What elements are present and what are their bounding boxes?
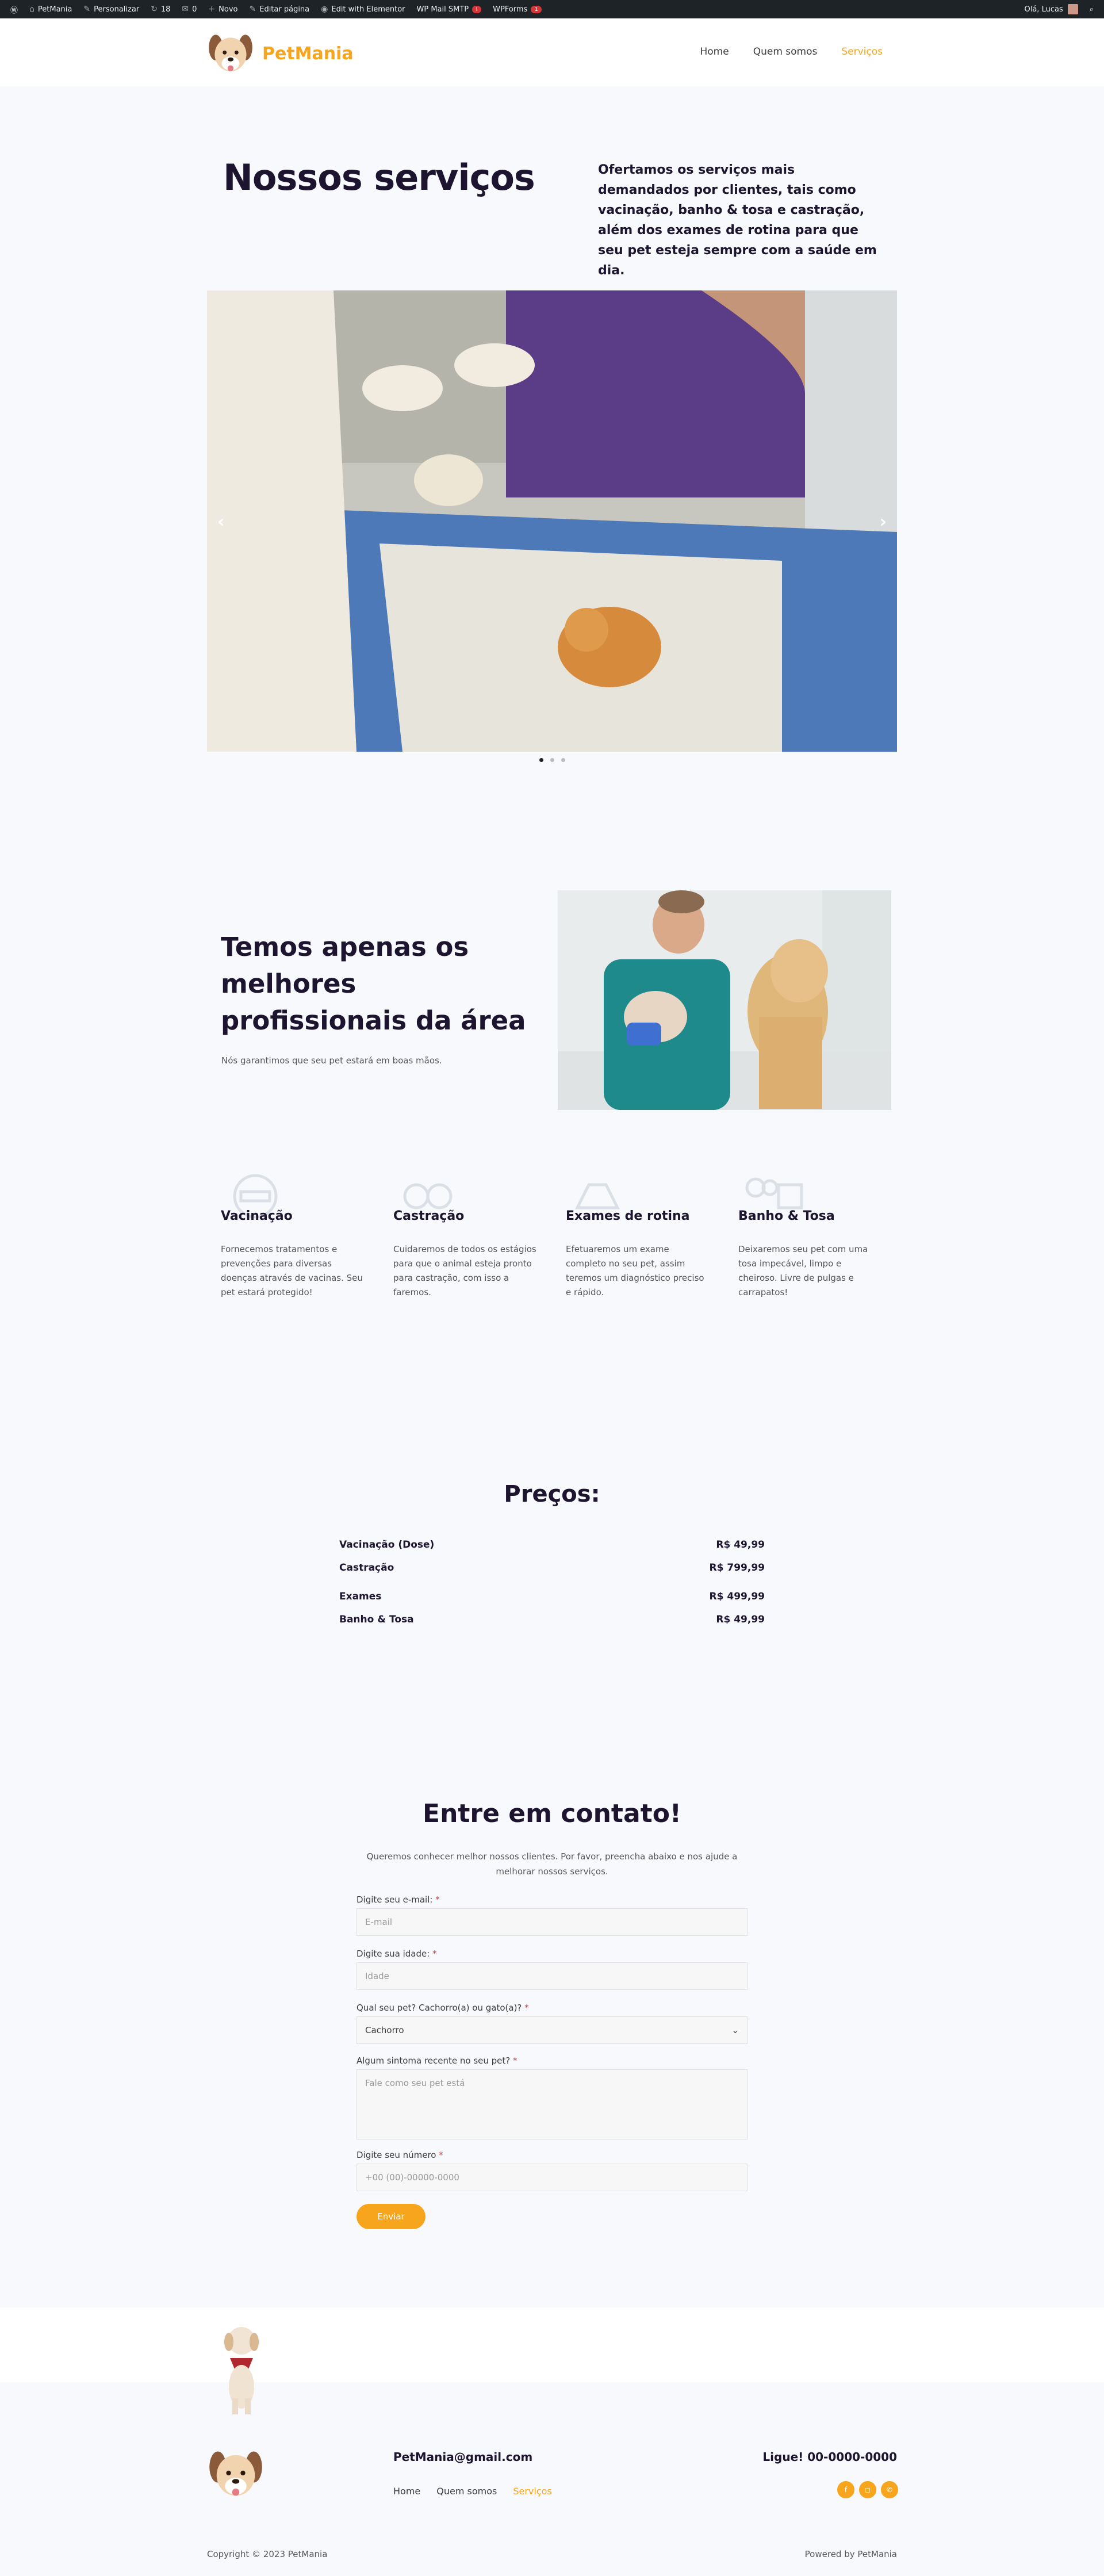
price-item-value: R$ 499,99	[709, 1591, 765, 1602]
vet-with-pets-image	[558, 890, 891, 1110]
symptom-textarea[interactable]: Fale como seu pet está	[356, 2069, 747, 2139]
brand-name: PetMania	[262, 43, 354, 64]
social-links: f ◻ ✆	[837, 2481, 898, 2498]
pet-label: Qual seu pet? Cachorro(a) ou gato(a)? *	[356, 2003, 529, 2013]
slider-prev-arrow-icon[interactable]: ‹	[217, 512, 224, 532]
pet-select[interactable]: Cachorro ⌄	[356, 2016, 747, 2044]
service-text: Fornecemos tratamentos e prevenções para…	[221, 1244, 363, 1297]
smtp-badge: !	[472, 5, 482, 13]
page-title: Nossos serviços	[223, 156, 535, 198]
service-title: Castração	[393, 1209, 465, 1223]
pros-text: Nós garantimos que seu pet estará em boa…	[221, 1055, 442, 1066]
service-title: Exames de rotina	[566, 1209, 690, 1223]
price-item-value: R$ 799,99	[709, 1562, 765, 1574]
submit-button[interactable]: Enviar	[356, 2204, 425, 2229]
phone-field[interactable]: +00 (00)-00000-0000	[356, 2164, 747, 2191]
slider-pagination	[539, 758, 565, 762]
wpforms-badge: 1	[531, 5, 542, 13]
price-row: Exames R$ 499,99	[339, 1591, 765, 1602]
footer-nav-home[interactable]: Home	[393, 2486, 420, 2497]
image-slider[interactable]: ‹ ›	[207, 290, 897, 752]
service-text: Efetuaremos um exame completo no seu pet…	[566, 1244, 704, 1297]
prices-heading: Preços:	[504, 1481, 600, 1507]
service-text: Deixaremos seu pet com uma tosa impecáve…	[738, 1244, 868, 1297]
admin-new[interactable]: + Novo	[202, 0, 243, 18]
footer-nav-servicos[interactable]: Serviços	[513, 2486, 551, 2497]
admin-site-name[interactable]: ⌂ PetMania	[24, 0, 78, 18]
price-row: Vacinação (Dose) R$ 49,99	[339, 1539, 765, 1551]
comment-icon: ✉	[182, 5, 189, 14]
home-icon: ⌂	[29, 5, 34, 14]
service-title: Banho & Tosa	[738, 1209, 835, 1223]
price-item-name: Castração	[339, 1562, 394, 1574]
admin-wp-mail-smtp[interactable]: WP Mail SMTP!	[411, 0, 488, 18]
dog-logo-icon	[209, 35, 252, 71]
footer-nav: Home Quem somos Serviços	[393, 2486, 552, 2497]
elementor-icon: ◉	[321, 5, 328, 14]
slider-next-arrow-icon[interactable]: ›	[880, 512, 887, 532]
vet-cat-surgery-image	[207, 290, 897, 752]
slider-dot[interactable]	[550, 758, 554, 762]
wordpress-logo-icon[interactable]: Ⓦ	[5, 0, 24, 18]
admin-bar: Ⓦ ⌂ PetMania ✎ Personalizar ↻ 18 ✉ 0 + Novo ✎…	[0, 0, 1104, 18]
price-row: Castração R$ 799,99	[339, 1562, 765, 1574]
admin-account[interactable]: Olá, Lucas	[1019, 0, 1084, 18]
admin-customize[interactable]: ✎ Personalizar	[78, 0, 145, 18]
chevron-down-icon: ⌄	[731, 2025, 739, 2035]
price-item-name: Vacinação (Dose)	[339, 1539, 435, 1551]
copyright: Copyright © 2023 PetMania	[207, 2549, 328, 2559]
admin-wpforms[interactable]: WPForms 1	[487, 0, 547, 18]
age-label: Digite sua idade: *	[356, 1949, 437, 1959]
service-text: Cuidaremos de todos os estágios para que…	[393, 1244, 536, 1297]
email-field[interactable]: E-mail	[356, 1908, 747, 1936]
admin-updates[interactable]: ↻ 18	[145, 0, 176, 18]
pros-heading: Temos apenas os melhores profissionais d…	[221, 932, 526, 1036]
instagram-icon[interactable]: ◻	[859, 2481, 876, 2498]
admin-elementor[interactable]: ◉ Edit with Elementor	[315, 0, 411, 18]
admin-edit-page[interactable]: ✎ Editar página	[244, 0, 316, 18]
phone-label: Digite seu número *	[356, 2150, 443, 2160]
whatsapp-icon[interactable]: ✆	[881, 2481, 898, 2498]
age-field[interactable]: Idade	[356, 1962, 747, 1990]
contact-heading: Entre em contato!	[423, 1799, 681, 1828]
price-item-value: R$ 49,99	[716, 1614, 765, 1625]
nav-item-quem-somos[interactable]: Quem somos	[753, 46, 818, 58]
footer-email[interactable]: PetMania@gmail.com	[393, 2450, 532, 2464]
site-logo[interactable]: PetMania	[206, 29, 354, 78]
price-row: Banho & Tosa R$ 49,99	[339, 1614, 765, 1625]
price-item-name: Exames	[339, 1591, 382, 1602]
avatar	[1067, 4, 1078, 14]
plus-icon: +	[208, 5, 216, 14]
facebook-icon[interactable]: f	[837, 2481, 854, 2498]
pencil-icon: ✎	[249, 5, 256, 14]
powered-by: Powered by PetMania	[804, 2549, 897, 2559]
site-header: PetMania Home Quem somos Serviços	[0, 18, 1104, 86]
main-nav: Home Quem somos Serviços	[700, 46, 883, 58]
dog-illustration-icon	[224, 2327, 259, 2414]
price-item-name: Banho & Tosa	[339, 1614, 414, 1625]
admin-comments[interactable]: ✉ 0	[176, 0, 202, 18]
email-label: Digite seu e-mail: *	[356, 1894, 440, 1905]
nav-item-servicos[interactable]: Serviços	[841, 46, 883, 58]
footer-phone[interactable]: Ligue! 00-0000-0000	[762, 2450, 897, 2464]
footer-nav-quem-somos[interactable]: Quem somos	[436, 2486, 497, 2497]
hero-description: Ofertamos os serviços mais demandados po…	[598, 163, 877, 278]
contact-intro: Queremos conhecer melhor nossos clientes…	[366, 1851, 738, 1877]
footer-logo-icon[interactable]	[206, 2444, 266, 2504]
brush-icon: ✎	[83, 5, 91, 14]
symptom-label: Algum sintoma recente no seu pet? *	[356, 2056, 518, 2066]
price-item-value: R$ 49,99	[716, 1539, 765, 1551]
slider-dot[interactable]	[539, 758, 543, 762]
service-title: Vacinação	[221, 1209, 293, 1223]
nav-item-home[interactable]: Home	[700, 46, 729, 58]
refresh-icon: ↻	[151, 5, 158, 14]
footer-band	[0, 2307, 1104, 2382]
search-icon[interactable]: ⌕	[1084, 0, 1099, 18]
slider-dot[interactable]	[561, 758, 565, 762]
